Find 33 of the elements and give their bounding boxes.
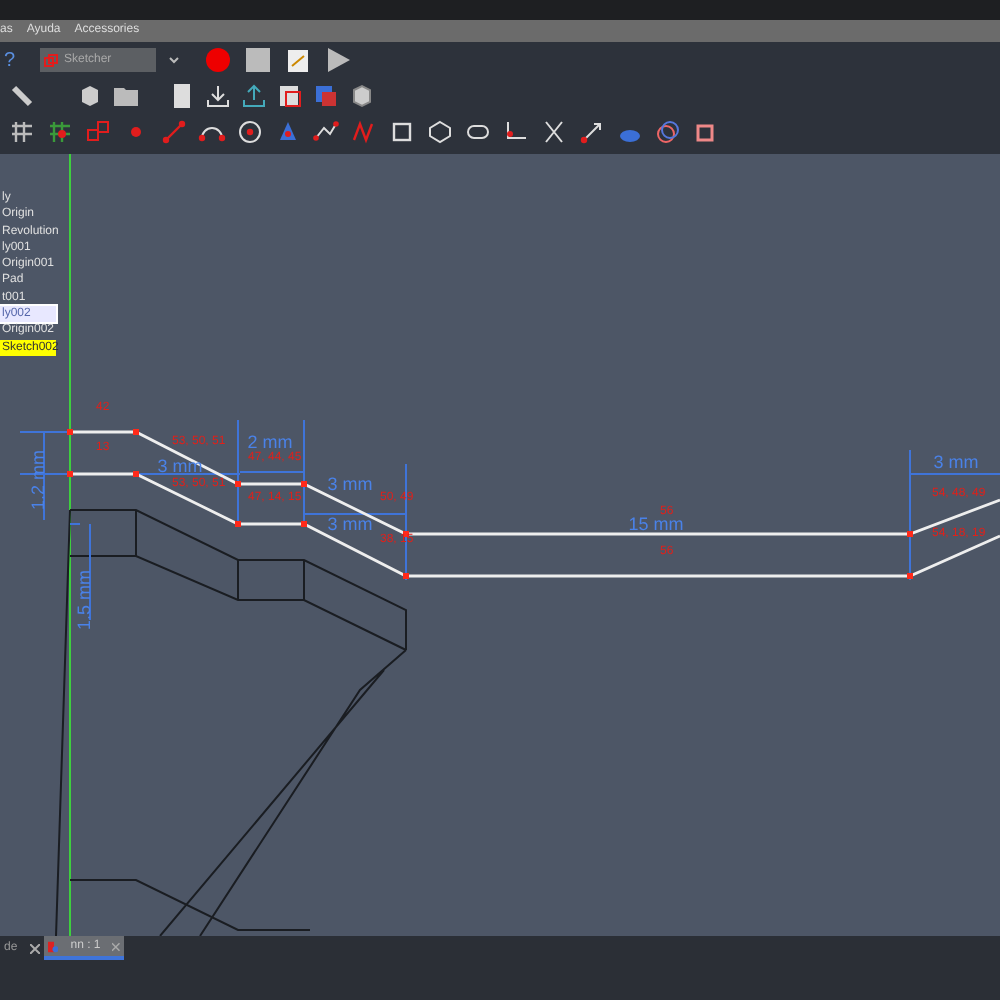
close-icon[interactable] <box>29 943 40 953</box>
polyline-icon[interactable] <box>312 118 340 146</box>
caret-icon[interactable] <box>168 54 180 66</box>
help-icon[interactable]: ? <box>4 45 16 75</box>
import-icon[interactable] <box>204 82 232 110</box>
trim-icon[interactable] <box>540 118 568 146</box>
dimension-label[interactable]: 3 mm <box>157 456 203 476</box>
cube-icon[interactable] <box>76 82 104 110</box>
dimension-label[interactable]: 2 mm <box>247 432 293 452</box>
ruler-icon[interactable] <box>8 82 36 110</box>
dimension-label[interactable]: 15 mm <box>628 514 684 534</box>
hexagon-icon[interactable] <box>426 118 454 146</box>
notepad-icon[interactable] <box>284 46 312 74</box>
sketch-icon <box>48 939 59 953</box>
dimension-label[interactable]: 3 mm <box>327 514 373 534</box>
document-icon[interactable] <box>168 82 196 110</box>
sketch-icon <box>44 53 58 67</box>
extend-icon[interactable] <box>578 118 606 146</box>
dimension-label[interactable]: 3 mm <box>933 452 979 472</box>
sketch-attach-icon[interactable] <box>276 82 304 110</box>
grid-snap-icon[interactable] <box>46 118 74 146</box>
carbon-copy-icon[interactable] <box>654 118 682 146</box>
dimension-label[interactable]: 1.2 mm <box>28 450 48 510</box>
dimension-label[interactable]: 3 mm <box>327 474 373 494</box>
rectangle-icon[interactable] <box>388 118 416 146</box>
dimension-label[interactable]: 1.5 mm <box>74 570 94 630</box>
circle-icon[interactable] <box>236 118 264 146</box>
export-icon[interactable] <box>240 82 268 110</box>
box-icon[interactable] <box>348 82 376 110</box>
stop-icon[interactable] <box>244 46 272 74</box>
grid-icon[interactable] <box>8 118 36 146</box>
play-icon[interactable] <box>324 46 352 74</box>
folder-icon[interactable] <box>112 82 140 110</box>
